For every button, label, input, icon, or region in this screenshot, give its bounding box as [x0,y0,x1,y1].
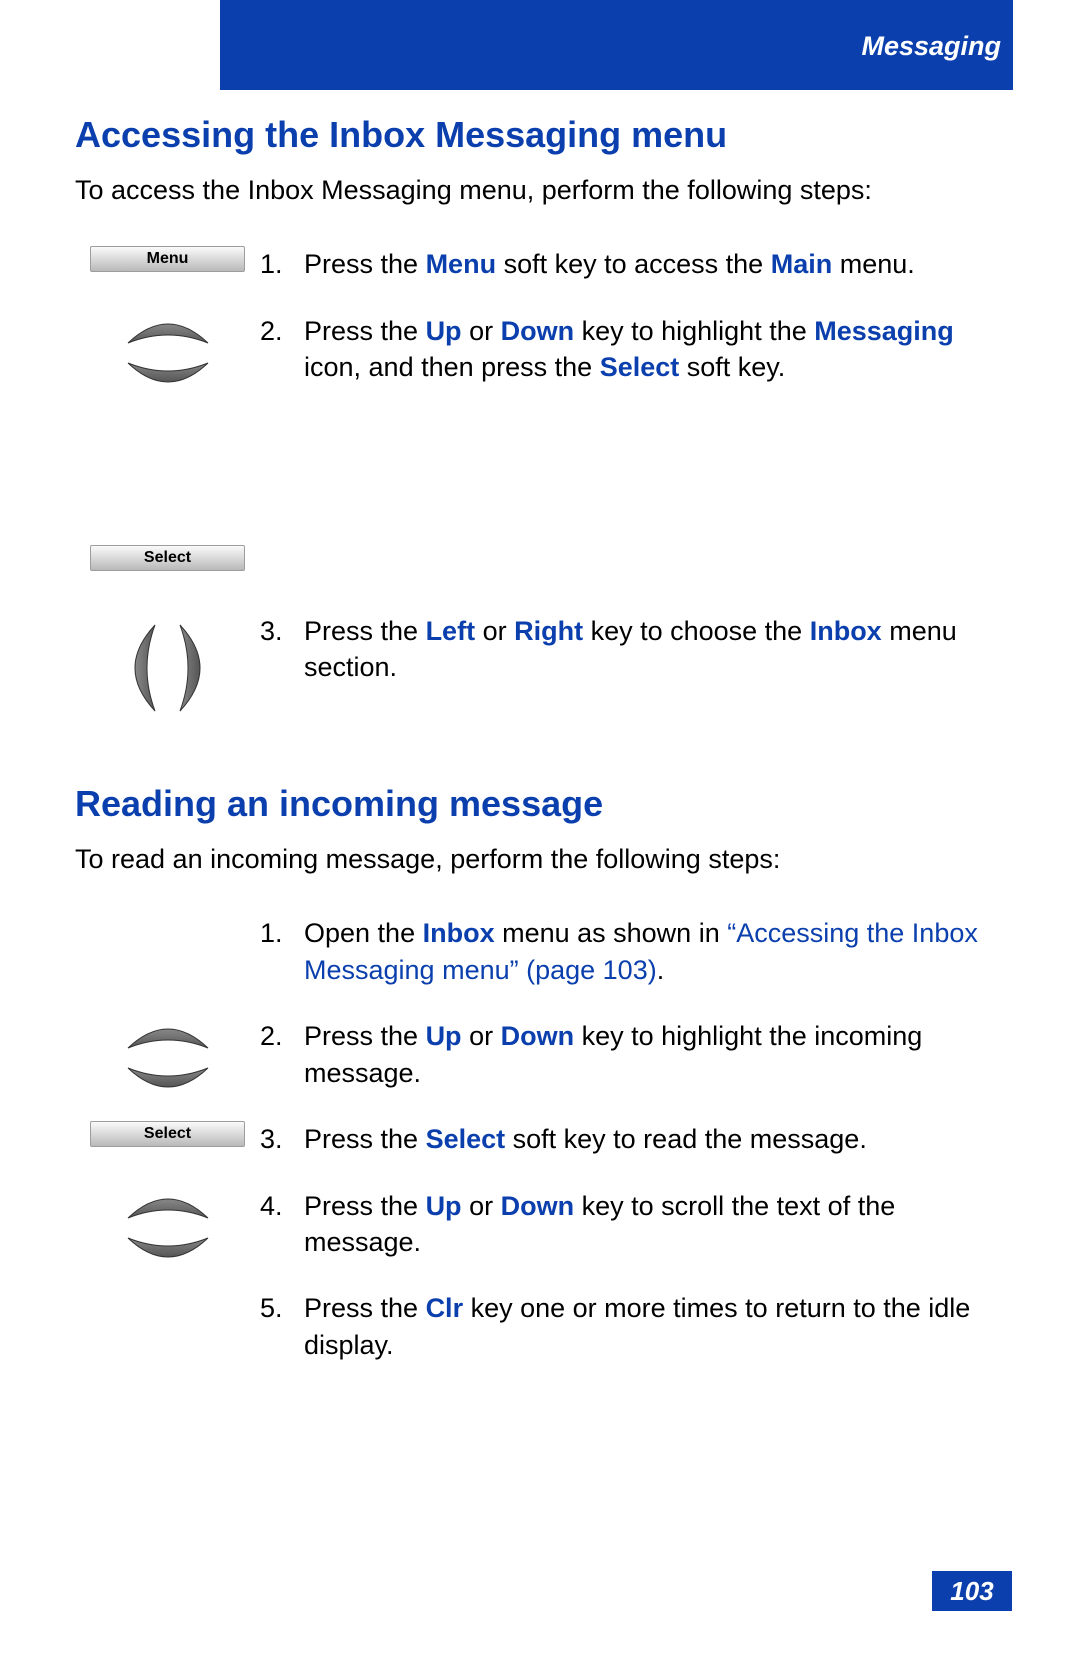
step-item: 5. Press the Clr key one or more times t… [260,1290,1015,1363]
key-label: Menu [426,249,497,279]
page-number: 103 [932,1571,1012,1611]
up-down-nav-icon [113,1018,223,1098]
key-label: Down [501,316,575,346]
key-label: Left [426,616,476,646]
key-label: Up [426,1191,462,1221]
key-label: Inbox [810,616,882,646]
step-row: Select 3. Press the Select soft key to r… [75,1121,1015,1175]
section-heading-2: Reading an incoming message [75,783,1015,825]
left-right-nav-icon [120,613,215,723]
key-label: Messaging [814,316,954,346]
chapter-header: Messaging [220,0,1013,90]
step-item: 1. Open the Inbox menu as shown in “Acce… [260,915,1015,988]
key-label: Up [426,1021,462,1051]
key-label: Down [501,1021,575,1051]
step-item: 4. Press the Up or Down key to scroll th… [260,1188,1015,1261]
step-item: 3. Press the Select soft key to read the… [260,1121,1015,1157]
step-item: 2. Press the Up or Down key to highlight… [260,1018,1015,1091]
step-row: Menu 1. Press the Menu soft key to acces… [75,246,1015,300]
up-down-nav-icon [113,1188,223,1268]
section-heading-1: Accessing the Inbox Messaging menu [75,114,1015,156]
step-item: 3. Press the Left or Right key to choose… [260,613,1015,686]
key-label: Inbox [423,918,495,948]
key-label: Select [600,352,680,382]
up-down-nav-icon [113,313,223,393]
step-row: Select 2. Press the Up or Down key to hi… [75,313,1015,571]
step-row: 1. Open the Inbox menu as shown in “Acce… [75,915,1015,1006]
key-label: Down [501,1191,575,1221]
step-row: 2. Press the Up or Down key to highlight… [75,1018,1015,1109]
section-2-intro: To read an incoming message, perform the… [75,841,1015,877]
step-item: 2. Press the Up or Down key to highlight… [260,313,1015,386]
step-row: 3. Press the Left or Right key to choose… [75,613,1015,723]
key-label: Select [426,1124,506,1154]
key-label: Main [771,249,833,279]
page-content: Accessing the Inbox Messaging menu To ac… [75,114,1015,1393]
key-label: Up [426,316,462,346]
key-label: Right [514,616,583,646]
chapter-title: Messaging [861,31,1001,62]
section-1-intro: To access the Inbox Messaging menu, perf… [75,172,1015,208]
step-item: 1. Press the Menu soft key to access the… [260,246,1015,282]
select-softkey-icon: Select [90,545,245,571]
step-row: 5. Press the Clr key one or more times t… [75,1290,1015,1381]
select-softkey-icon: Select [90,1121,245,1147]
menu-softkey-icon: Menu [90,246,245,272]
step-row: 4. Press the Up or Down key to scroll th… [75,1188,1015,1279]
key-label: Clr [426,1293,464,1323]
